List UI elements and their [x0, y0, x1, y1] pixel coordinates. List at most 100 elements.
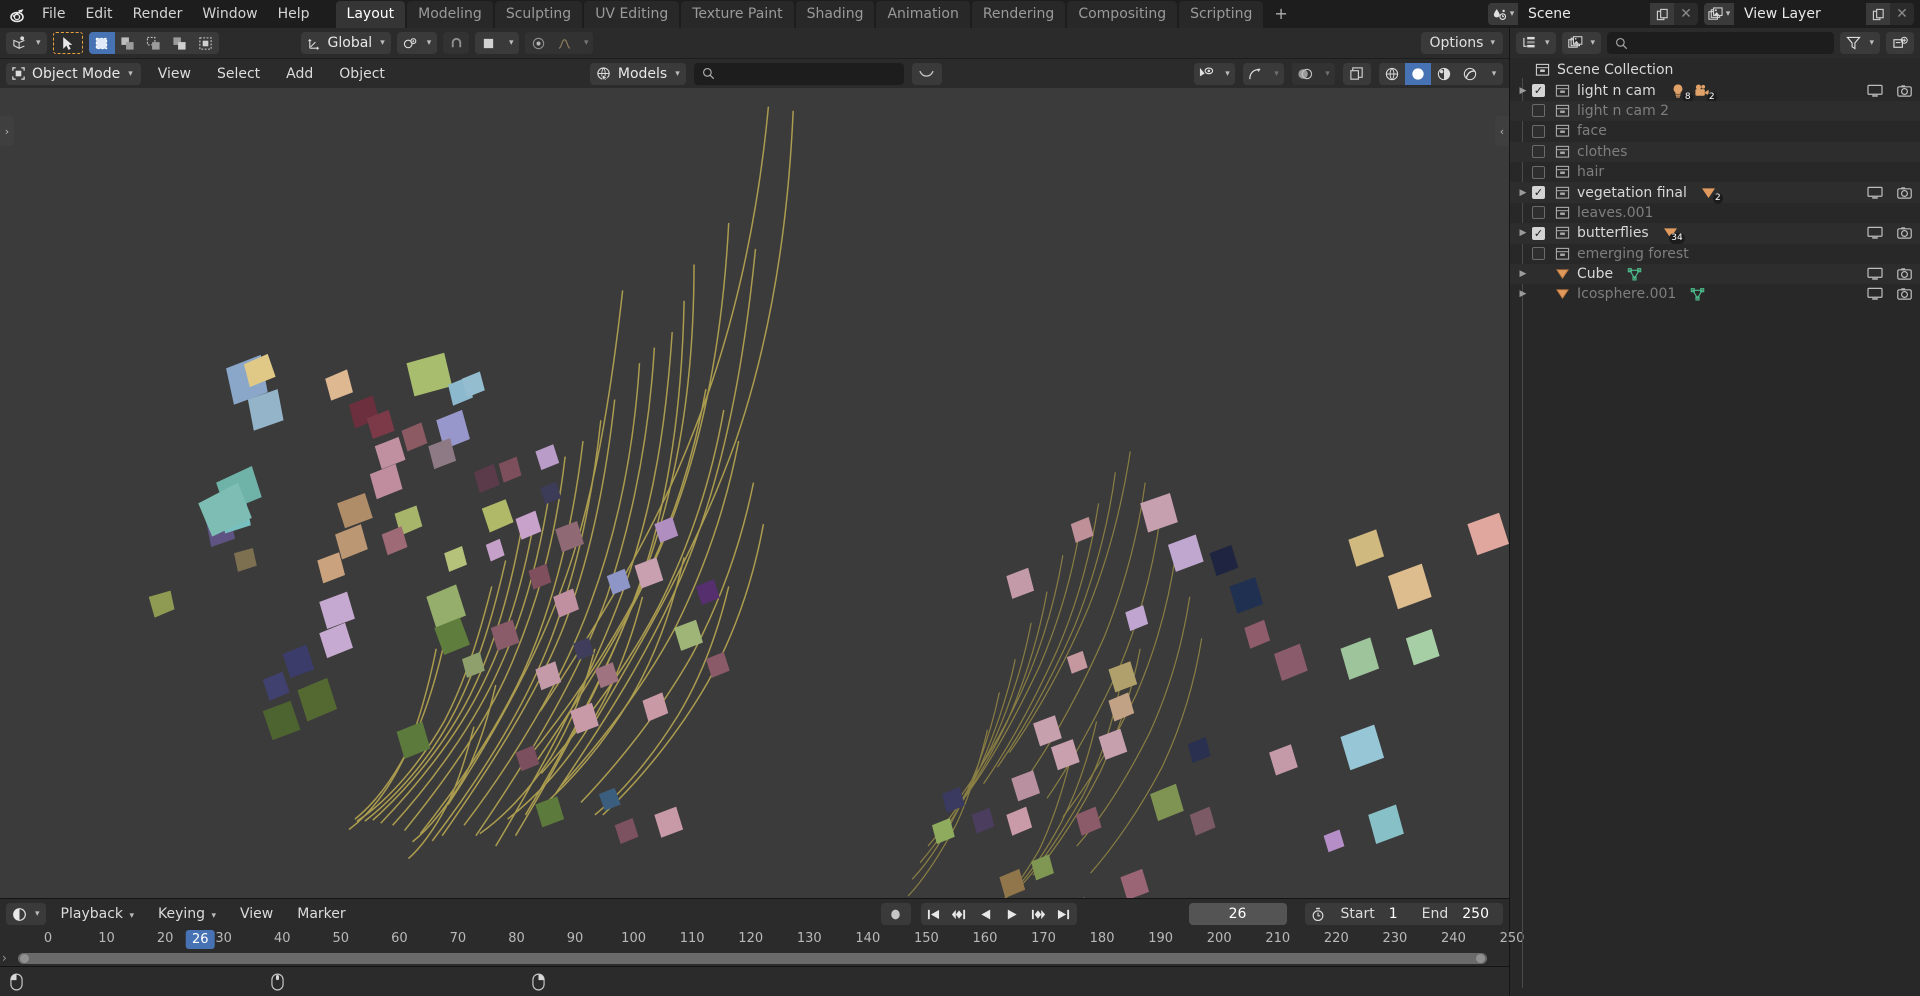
scrollbar-handle-left[interactable] — [20, 954, 29, 963]
hide-in-viewport-icon[interactable] — [1867, 226, 1883, 240]
transform-orientation-dropdown[interactable]: Global ▾ — [300, 32, 391, 54]
timeline-menu-marker[interactable]: Marker — [288, 903, 354, 925]
tweak-cursor-icon[interactable] — [52, 32, 83, 54]
viewport-menu-view[interactable]: View — [149, 63, 200, 85]
jump-start-icon[interactable] — [921, 903, 947, 925]
start-frame-value[interactable]: 1 — [1385, 906, 1412, 922]
disclosure-triangle-icon[interactable]: ▶ — [1514, 269, 1532, 279]
tab-modeling[interactable]: Modeling — [407, 1, 493, 28]
timeline-menu-view[interactable]: View — [231, 903, 282, 925]
unlink-scene-icon[interactable]: ✕ — [1674, 3, 1698, 25]
scene-name[interactable]: Scene — [1518, 3, 1650, 25]
tab-scripting[interactable]: Scripting — [1179, 1, 1264, 28]
scene-icon[interactable]: ▾ — [1488, 3, 1518, 25]
shading-wireframe-icon[interactable] — [1379, 62, 1405, 85]
outliner-row-scene-collection[interactable]: Scene Collection — [1510, 60, 1920, 80]
pivot-point-icon[interactable] — [475, 32, 502, 54]
new-view-layer-icon[interactable] — [1866, 3, 1890, 25]
snapping-dropdown[interactable]: ▾ — [396, 32, 438, 54]
outliner-filter-id-icon[interactable]: ▾ — [1561, 32, 1602, 54]
select-intersect-icon[interactable] — [192, 32, 219, 54]
select-subtract-icon[interactable] — [140, 32, 167, 54]
hide-in-viewport-icon[interactable] — [1867, 287, 1883, 301]
blender-logo-icon[interactable] — [6, 1, 32, 27]
hide-in-viewport-icon[interactable] — [1867, 267, 1883, 281]
outliner-row[interactable]: clothes — [1510, 141, 1920, 162]
prev-keyframe-icon[interactable] — [947, 903, 973, 925]
next-keyframe-icon[interactable] — [1025, 903, 1051, 925]
outliner-row[interactable]: ▶ butterflies 34 — [1510, 223, 1920, 245]
xray-toggle-icon[interactable] — [1343, 62, 1371, 85]
object-mode-dropdown[interactable]: Object Mode ▾ — [6, 62, 141, 85]
outliner-row[interactable]: ▶ Cube — [1510, 263, 1920, 285]
mesh-data-green-icon[interactable] — [1627, 267, 1642, 282]
outliner-row[interactable]: hair — [1510, 162, 1920, 182]
collection-exclude-checkbox[interactable] — [1532, 226, 1545, 240]
disclosure-triangle-icon[interactable]: ▶ — [1514, 86, 1532, 96]
tab-rendering[interactable]: Rendering — [971, 1, 1066, 28]
disable-in-render-icon[interactable] — [1897, 186, 1912, 200]
tab-layout[interactable]: Layout — [335, 1, 406, 28]
mesh-data-icon[interactable]: 34 — [1663, 226, 1685, 245]
visibility-eye-icon[interactable] — [1194, 63, 1218, 85]
end-frame-value[interactable]: 250 — [1458, 906, 1503, 922]
timeline-menu-keying[interactable]: Keying ▾ — [149, 903, 225, 925]
disclosure-triangle-icon[interactable]: ▶ — [1514, 188, 1532, 198]
light-icon[interactable]: 8 — [1670, 83, 1693, 103]
scene-selector[interactable]: ▾ Scene ✕ — [1488, 3, 1698, 25]
scrollbar-thumb[interactable] — [18, 953, 1487, 964]
viewport-menu-object[interactable]: Object — [330, 63, 394, 85]
menu-render[interactable]: Render — [123, 3, 193, 25]
play-reverse-icon[interactable] — [973, 903, 999, 925]
tab-uv-editing[interactable]: UV Editing — [584, 1, 680, 28]
collection-exclude-checkbox[interactable] — [1532, 247, 1545, 261]
shading-rendered-icon[interactable] — [1457, 62, 1483, 85]
collection-exclude-checkbox[interactable] — [1532, 145, 1545, 159]
disable-in-render-icon[interactable] — [1897, 226, 1912, 240]
tab-shading[interactable]: Shading — [795, 1, 875, 28]
jump-end-icon[interactable] — [1051, 903, 1077, 925]
snap-magnet-icon[interactable] — [443, 32, 470, 54]
menu-window[interactable]: Window — [192, 3, 267, 25]
search-expand-icon[interactable] — [911, 62, 942, 85]
remove-view-layer-icon[interactable]: ✕ — [1890, 3, 1914, 25]
asset-library-dropdown[interactable]: Models ▾ — [589, 62, 686, 85]
collection-exclude-checkbox[interactable] — [1532, 206, 1545, 220]
record-icon[interactable] — [880, 903, 911, 925]
outliner-row[interactable]: ▶ vegetation final 2 — [1510, 182, 1920, 204]
outliner-row[interactable]: face — [1510, 121, 1920, 141]
select-box-icon[interactable] — [88, 32, 115, 54]
timeline-ruler[interactable]: 0 10 20 30 40 50 60 70 80 90 100 110 120 130 140 150 160… — [0, 929, 1524, 951]
outliner-filter-icon[interactable]: ▾ — [1840, 32, 1880, 54]
menu-edit[interactable]: Edit — [75, 3, 122, 25]
menu-help[interactable]: Help — [268, 3, 320, 25]
falloff-smooth-icon[interactable] — [551, 32, 578, 54]
new-collection-icon[interactable] — [1886, 32, 1914, 54]
timeline-playhead[interactable]: 26 — [185, 930, 215, 949]
outliner-row[interactable]: ▶ Icosphere.001 — [1510, 284, 1920, 304]
add-workspace-button[interactable]: + — [1265, 1, 1296, 28]
current-frame-field[interactable]: 26 — [1188, 903, 1287, 925]
collection-exclude-checkbox[interactable] — [1532, 84, 1545, 98]
timeline-expand-icon[interactable]: › — [2, 951, 7, 965]
shading-solid-icon[interactable] — [1405, 62, 1431, 85]
tab-sculpting[interactable]: Sculpting — [494, 1, 583, 28]
viewport-menu-add[interactable]: Add — [277, 63, 322, 85]
gizmo-chevron-down-icon[interactable]: ▾ — [1267, 63, 1284, 85]
overlays-icon[interactable] — [1292, 62, 1318, 85]
shading-chevron-down-icon[interactable]: ▾ — [1483, 62, 1503, 85]
viewport-search-input[interactable] — [693, 62, 904, 85]
disable-in-render-icon[interactable] — [1897, 84, 1912, 98]
outliner-tree[interactable]: Scene Collection ▶light n cam82light n c… — [1510, 58, 1920, 996]
editor-type-3dview-icon[interactable]: ▾ — [6, 32, 47, 54]
outliner-search-input[interactable] — [1607, 32, 1835, 54]
tab-animation[interactable]: Animation — [876, 1, 970, 28]
outliner-row[interactable]: ▶ light n cam 82 — [1510, 80, 1920, 103]
tab-compositing[interactable]: Compositing — [1067, 1, 1178, 28]
options-button[interactable]: Options ▾ — [1421, 32, 1503, 54]
timeline-menu-playback[interactable]: Playback ▾ — [52, 903, 143, 925]
timeline-editor-type-icon[interactable]: ▾ — [6, 903, 46, 925]
overlays-chevron-down-icon[interactable]: ▾ — [1318, 62, 1335, 85]
mesh-data-icon[interactable]: 2 — [1701, 186, 1723, 204]
disable-in-render-icon[interactable] — [1897, 287, 1912, 301]
